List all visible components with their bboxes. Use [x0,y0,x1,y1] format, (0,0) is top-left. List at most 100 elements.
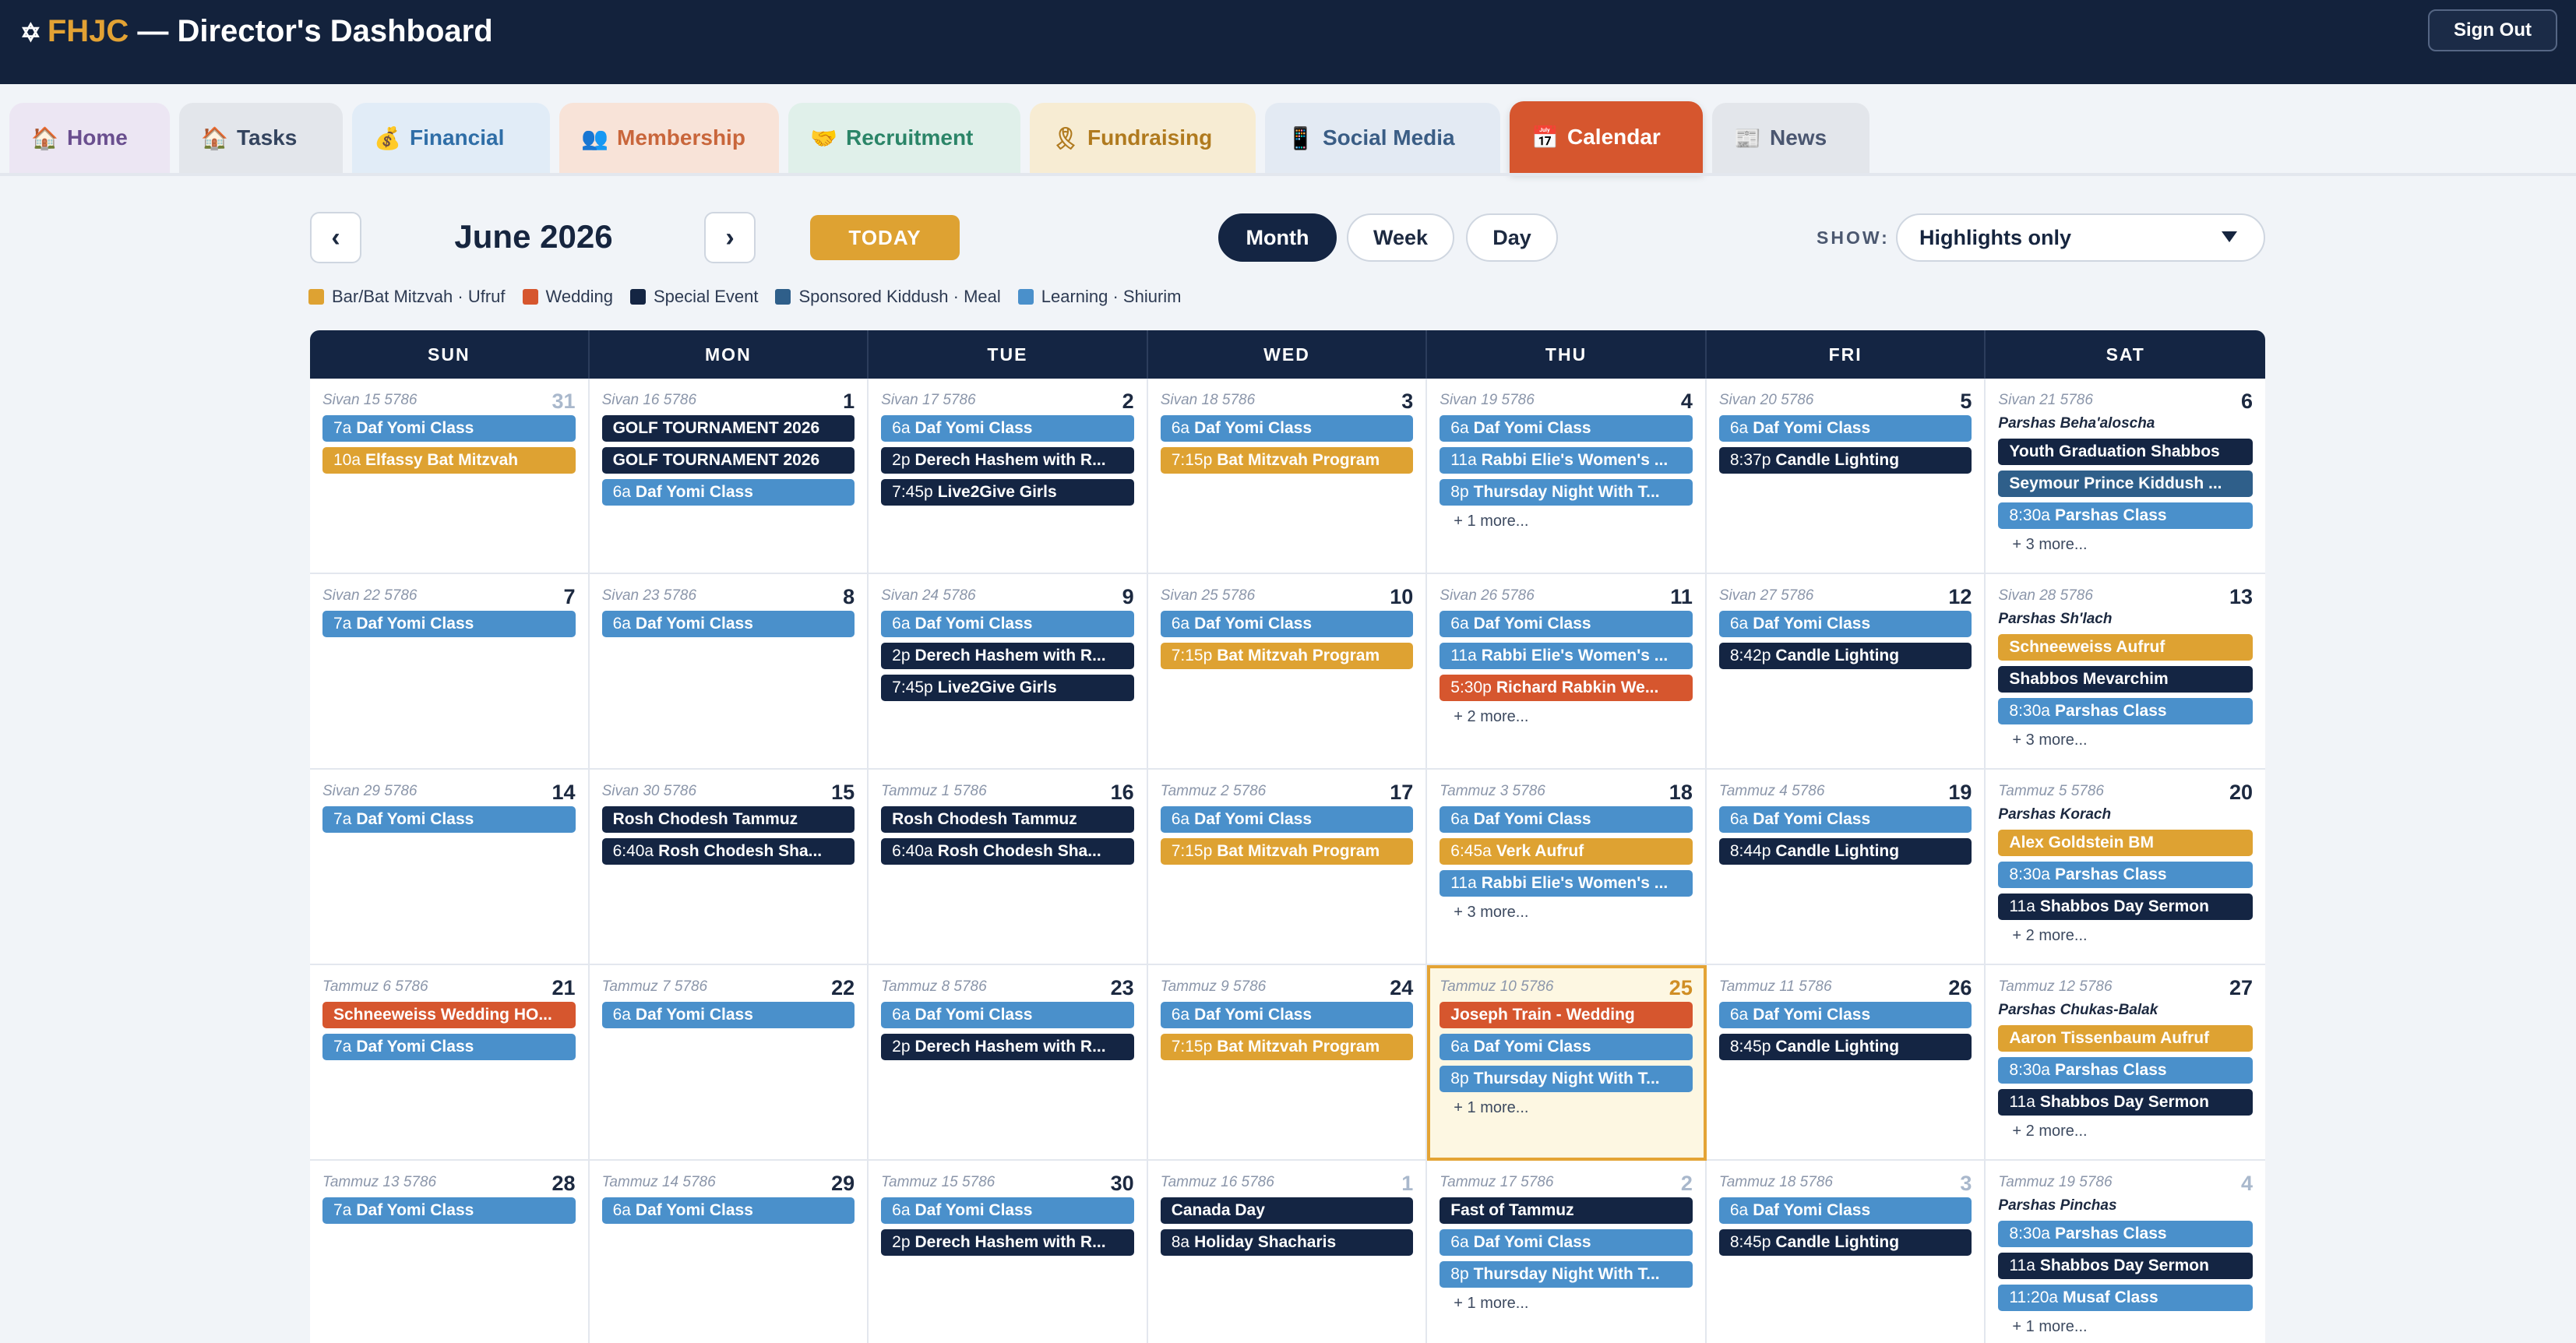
tab-calendar[interactable]: 📅 Calendar [1510,101,1703,173]
event-pill[interactable]: 6a Daf Yomi Class [1440,806,1693,833]
day-cell[interactable]: Sivan 28 5786 13 Parshas Sh'lach Schneeweis… [1986,574,2265,770]
day-cell[interactable]: Sivan 17 5786 2 6a Daf Yomi Class 2p Derech H… [869,379,1148,574]
day-cell[interactable]: Sivan 30 5786 15 Rosh Chodesh Tammuz 6:40a R… [589,770,869,965]
tab-recruitment[interactable]: 🤝 Recruitment [788,103,1020,173]
event-pill[interactable]: GOLF TOURNAMENT 2026 [601,415,855,442]
day-cell[interactable]: Tammuz 18 5786 3 6a Daf Yomi Class 8:45p Cand… [1706,1161,1986,1343]
event-pill[interactable]: Alex Goldstein BM [1998,830,2253,856]
more-events-link[interactable]: + 1 more... [1998,1317,2253,1336]
event-pill[interactable]: 7a Daf Yomi Class [322,415,576,442]
event-pill[interactable]: 6a Daf Yomi Class [1440,1229,1693,1256]
event-pill[interactable]: 11a Shabbos Day Sermon [1998,1089,2253,1116]
more-events-link[interactable]: + 1 more... [1440,1294,1693,1313]
event-pill[interactable]: 2p Derech Hashem with R... [881,643,1134,669]
day-cell[interactable]: Sivan 20 5786 5 6a Daf Yomi Class 8:37p Candl… [1706,379,1986,574]
day-cell[interactable]: Tammuz 17 5786 2 Fast of Tammuz 6a Daf Yomi … [1427,1161,1707,1343]
day-cell[interactable]: Tammuz 3 5786 18 6a Daf Yomi Class 6:45a Verk… [1427,770,1707,965]
event-pill[interactable]: 5:30p Richard Rabkin We... [1440,675,1693,701]
event-pill[interactable]: Rosh Chodesh Tammuz [601,806,855,833]
event-pill[interactable]: 6a Daf Yomi Class [1440,415,1693,442]
event-pill[interactable]: 11a Rabbi Elie's Women's ... [1440,870,1693,897]
day-cell[interactable]: Tammuz 2 5786 17 6a Daf Yomi Class 7:15p Bat … [1147,770,1428,965]
day-cell[interactable]: Tammuz 5 5786 20 Parshas Korach Alex Goldst… [1986,770,2265,965]
day-cell[interactable]: Sivan 25 5786 10 6a Daf Yomi Class 7:15p Bat … [1147,574,1428,770]
event-pill[interactable]: Schneeweiss Wedding HO... [322,1002,576,1028]
event-pill[interactable]: 2p Derech Hashem with R... [881,1034,1134,1060]
event-pill[interactable]: 6a Daf Yomi Class [1160,611,1414,637]
event-pill[interactable]: 7a Daf Yomi Class [322,1197,576,1224]
day-cell[interactable]: Tammuz 4 5786 19 6a Daf Yomi Class 8:44p Cand… [1706,770,1986,965]
more-events-link[interactable]: + 2 more... [1998,1122,2253,1140]
event-pill[interactable]: Youth Graduation Shabbos [1998,439,2253,465]
event-pill[interactable]: 7:45p Live2Give Girls [881,479,1134,506]
event-pill[interactable]: 11a Shabbos Day Sermon [1998,894,2253,920]
tab-social-media[interactable]: 📱 Social Media [1265,103,1500,173]
event-pill[interactable]: 8a Holiday Shacharis [1160,1229,1414,1256]
day-cell[interactable]: Tammuz 19 5786 4 Parshas Pinchas 8:30a Parsh… [1986,1161,2265,1343]
view-day-button[interactable]: Day [1466,213,1558,262]
event-pill[interactable]: 8:45p Candle Lighting [1718,1034,1972,1060]
event-pill[interactable]: Shabbos Mevarchim [1998,666,2253,693]
event-pill[interactable]: 11a Rabbi Elie's Women's ... [1440,643,1693,669]
event-pill[interactable]: 6a Daf Yomi Class [1440,1034,1693,1060]
today-button[interactable]: TODAY [810,215,960,260]
view-week-button[interactable]: Week [1347,213,1454,262]
event-pill[interactable]: 7:15p Bat Mitzvah Program [1160,643,1414,669]
day-cell[interactable]: Tammuz 16 5786 1 Canada Day 8a Holiday Shach… [1147,1161,1428,1343]
event-pill[interactable]: 6a Daf Yomi Class [1160,415,1414,442]
event-pill[interactable]: 8:30a Parshas Class [1998,1057,2253,1084]
event-pill[interactable]: Schneeweiss Aufruf [1998,634,2253,661]
event-pill[interactable]: 6a Daf Yomi Class [1440,611,1693,637]
day-cell-today[interactable]: Tammuz 10 5786 25 Joseph Train - Wedding 6a… [1427,965,1707,1161]
day-cell[interactable]: Tammuz 11 5786 26 6a Daf Yomi Class 8:45p Can… [1706,965,1986,1161]
view-month-button[interactable]: Month [1218,213,1337,262]
day-cell[interactable]: Tammuz 1 5786 16 Rosh Chodesh Tammuz 6:40a R… [869,770,1148,965]
more-events-link[interactable]: + 2 more... [1998,926,2253,945]
show-filter-select[interactable]: Highlights only [1896,213,2265,262]
event-pill[interactable]: GOLF TOURNAMENT 2026 [601,447,855,474]
tab-tasks[interactable]: 🏠 Tasks [179,103,343,173]
sign-out-button[interactable]: Sign Out [2428,9,2557,51]
event-pill[interactable]: 8p Thursday Night With T... [1440,479,1693,506]
more-events-link[interactable]: + 2 more... [1440,707,1693,726]
event-pill[interactable]: 10a Elfassy Bat Mitzvah [322,447,576,474]
event-pill[interactable]: Seymour Prince Kiddush ... [1998,471,2253,497]
event-pill[interactable]: 6a Daf Yomi Class [881,415,1134,442]
event-pill[interactable]: 8:30a Parshas Class [1998,862,2253,888]
event-pill[interactable]: 7:15p Bat Mitzvah Program [1160,1034,1414,1060]
event-pill[interactable]: 8:45p Candle Lighting [1718,1229,1972,1256]
more-events-link[interactable]: + 3 more... [1440,903,1693,922]
day-cell[interactable]: Sivan 18 5786 3 6a Daf Yomi Class 7:15p Bat M… [1147,379,1428,574]
day-cell[interactable]: Sivan 15 5786 31 7a Daf Yomi Class 10a Elfass… [310,379,590,574]
event-pill[interactable]: 7a Daf Yomi Class [322,806,576,833]
event-pill[interactable]: 7:45p Live2Give Girls [881,675,1134,701]
day-cell[interactable]: Tammuz 15 5786 30 6a Daf Yomi Class 2p Derech… [869,1161,1148,1343]
event-pill[interactable]: 6a Daf Yomi Class [601,611,855,637]
event-pill[interactable]: 6a Daf Yomi Class [881,1197,1134,1224]
event-pill[interactable]: 6a Daf Yomi Class [1718,415,1972,442]
event-pill[interactable]: 6a Daf Yomi Class [601,1002,855,1028]
event-pill[interactable]: 7:15p Bat Mitzvah Program [1160,447,1414,474]
event-pill[interactable]: 6:40a Rosh Chodesh Sha... [601,838,855,865]
event-pill[interactable]: 8:42p Candle Lighting [1718,643,1972,669]
day-cell[interactable]: Tammuz 8 5786 23 6a Daf Yomi Class 2p Derech … [869,965,1148,1161]
event-pill[interactable]: 8:37p Candle Lighting [1718,447,1972,474]
event-pill[interactable]: 6a Daf Yomi Class [601,479,855,506]
event-pill[interactable]: 6a Daf Yomi Class [1160,806,1414,833]
event-pill[interactable]: 7a Daf Yomi Class [322,611,576,637]
day-cell[interactable]: Tammuz 13 5786 28 7a Daf Yomi Class [310,1161,590,1343]
day-cell[interactable]: Sivan 23 5786 8 6a Daf Yomi Class [589,574,869,770]
day-cell[interactable]: Tammuz 9 5786 24 6a Daf Yomi Class 7:15p Bat … [1147,965,1428,1161]
event-pill[interactable]: 11:20a Musaf Class [1998,1285,2253,1311]
event-pill[interactable]: 7:15p Bat Mitzvah Program [1160,838,1414,865]
next-month-button[interactable]: › [704,212,756,263]
event-pill[interactable]: Aaron Tissenbaum Aufruf [1998,1025,2253,1052]
event-pill[interactable]: 8:44p Candle Lighting [1718,838,1972,865]
tab-news[interactable]: 📰 News [1712,103,1869,173]
event-pill[interactable]: Canada Day [1160,1197,1414,1224]
event-pill[interactable]: 6a Daf Yomi Class [1718,611,1972,637]
day-cell[interactable]: Sivan 21 5786 6 Parshas Beha'aloscha Youth … [1986,379,2265,574]
day-cell[interactable]: Sivan 16 5786 1 GOLF TOURNAMENT 2026 GOLF T… [589,379,869,574]
day-cell[interactable]: Sivan 24 5786 9 6a Daf Yomi Class 2p Derech H… [869,574,1148,770]
day-cell[interactable]: Tammuz 12 5786 27 Parshas Chukas-Balak Aaro… [1986,965,2265,1161]
